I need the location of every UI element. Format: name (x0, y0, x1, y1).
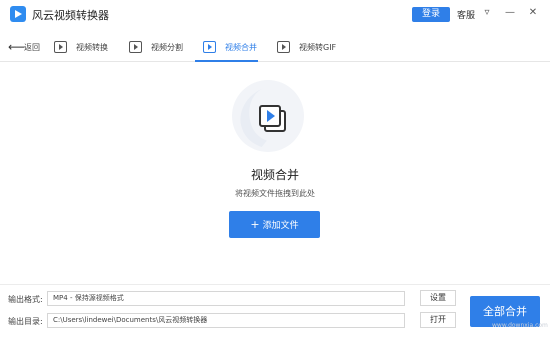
output-format-label: 输出格式: (8, 295, 43, 304)
tab-label: 视频合并 (225, 43, 257, 52)
watermark: www.downxia.com (492, 322, 548, 329)
title-bar: 风云视频转换器 登录 客服 ▿ — ✕ (0, 0, 550, 28)
menu-dropdown-icon[interactable]: ▿ (480, 6, 494, 20)
tab-label: 视频转GIF (299, 43, 337, 52)
video-split-icon (129, 41, 142, 53)
plus-icon: + (250, 218, 260, 231)
add-file-label: 添加文件 (262, 221, 299, 231)
tab-label: 视频分割 (151, 43, 183, 52)
page-title: 视频合并 (250, 168, 299, 182)
add-file-button[interactable]: + 添加文件 (229, 211, 320, 238)
customer-service-link[interactable]: 客服 (457, 8, 475, 21)
login-button[interactable]: 登录 (412, 7, 450, 22)
tab-label: 视频转换 (76, 43, 108, 52)
output-dir-field[interactable]: C:\Users\lindewei\Documents\风云视频转换器 (47, 313, 405, 328)
divider (0, 284, 550, 285)
app-logo-icon (10, 6, 26, 22)
back-button[interactable]: 返回 (24, 42, 40, 53)
play-icon (267, 110, 275, 122)
output-dir-label: 输出目录: (8, 317, 43, 326)
close-icon[interactable]: ✕ (526, 6, 540, 20)
tab-bar: ⟵ 返回 视频转换 视频分割 视频合并 视频转GIF (0, 32, 550, 62)
back-arrow-icon[interactable]: ⟵ (8, 40, 25, 54)
settings-button[interactable]: 设置 (420, 290, 456, 306)
drop-hint: 将视频文件拖拽到此处 (235, 189, 315, 198)
open-folder-button[interactable]: 打开 (420, 312, 456, 328)
minimize-icon[interactable]: — (503, 6, 517, 20)
video-gif-icon (277, 41, 290, 53)
app-title: 风云视频转换器 (32, 9, 109, 22)
video-merge-icon (203, 41, 216, 53)
output-format-select[interactable]: MP4 - 保持源视频格式 (47, 291, 405, 306)
active-tab-indicator (195, 60, 258, 62)
video-convert-icon (54, 41, 67, 53)
